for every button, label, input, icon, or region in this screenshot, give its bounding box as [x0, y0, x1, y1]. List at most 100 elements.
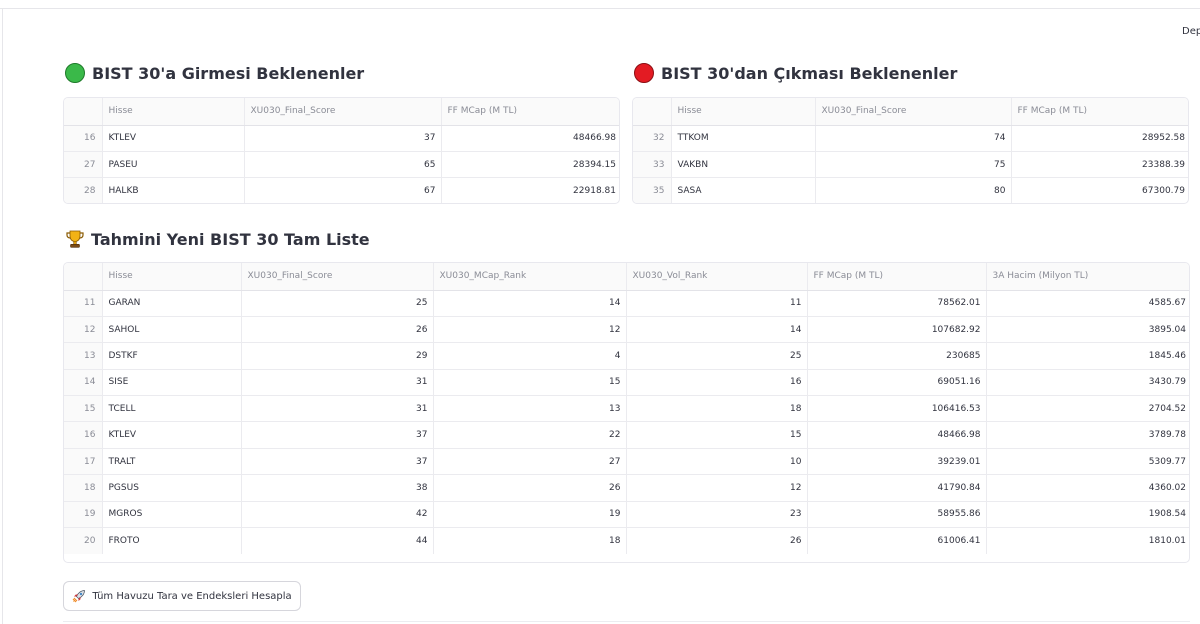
table-cell[interactable]: TTKOM — [671, 125, 816, 152]
table-cell[interactable]: 31 — [241, 395, 434, 423]
table-row[interactable]: 13 DSTKF 29 4 25 230685 1845.46 — [64, 342, 1189, 370]
table-cell[interactable]: 106416.53 — [807, 395, 987, 423]
row-index-cell[interactable]: 19 — [64, 501, 103, 529]
table-cell[interactable]: 41790.84 — [807, 474, 987, 502]
table-cell[interactable]: 107682.92 — [807, 316, 987, 344]
row-index-cell[interactable]: 13 — [64, 342, 103, 370]
table-cell[interactable]: 3789.78 — [986, 421, 1189, 449]
table-cell[interactable]: 37 — [241, 448, 434, 476]
table-cell[interactable]: 80 — [815, 177, 1012, 203]
table-row[interactable]: 33 VAKBN 75 23388.39 — [633, 151, 1188, 179]
table-cell[interactable]: 5309.77 — [986, 448, 1189, 476]
enter-table[interactable]: Hisse XU030_Final_Score FF MCap (M TL) 1… — [63, 97, 620, 204]
table-cell[interactable]: MGROS — [102, 501, 242, 529]
table-cell[interactable]: TCELL — [102, 395, 242, 423]
table-row[interactable]: 20 FROTO 44 18 26 61006.41 1810.01 — [64, 527, 1189, 554]
table-row[interactable]: 32 TTKOM 74 28952.58 — [633, 125, 1188, 152]
table-cell[interactable]: 65 — [244, 151, 442, 179]
table-cell[interactable]: 25 — [626, 342, 808, 370]
table-cell[interactable]: 230685 — [807, 342, 987, 370]
table-cell[interactable]: 12 — [626, 474, 808, 502]
table-cell[interactable]: 15 — [626, 421, 808, 449]
table-row[interactable]: 19 MGROS 42 19 23 58955.86 1908.54 — [64, 501, 1189, 529]
table-cell[interactable]: PGSUS — [102, 474, 242, 502]
table-cell[interactable]: 1908.54 — [986, 501, 1189, 529]
table-cell[interactable]: 16 — [626, 369, 808, 397]
table-cell[interactable]: 28952.58 — [1011, 125, 1188, 152]
table-cell[interactable]: 31 — [241, 369, 434, 397]
table-cell[interactable]: 25 — [241, 290, 434, 317]
table-cell[interactable]: 44 — [241, 527, 434, 554]
table-cell[interactable]: 48466.98 — [441, 125, 619, 152]
column-header-ff-mcap[interactable]: FF MCap (M TL) — [807, 263, 987, 291]
column-header-final-score[interactable]: XU030_Final_Score — [815, 98, 1012, 126]
table-cell[interactable]: 74 — [815, 125, 1012, 152]
column-header-volume[interactable]: 3A Hacim (Milyon TL) — [986, 263, 1189, 291]
table-cell[interactable]: 22918.81 — [441, 178, 619, 203]
table-cell[interactable]: 18 — [626, 395, 808, 423]
table-cell[interactable]: KTLEV — [102, 125, 245, 152]
table-cell[interactable]: FROTO — [102, 527, 242, 554]
table-cell[interactable]: 19 — [433, 501, 627, 529]
table-cell[interactable]: 42 — [241, 501, 434, 529]
table-cell[interactable]: 13 — [433, 395, 627, 423]
row-index-cell[interactable]: 33 — [633, 151, 672, 179]
row-index-cell[interactable]: 15 — [64, 395, 103, 423]
table-row[interactable]: 12 SAHOL 26 12 14 107682.92 3895.04 — [64, 316, 1189, 344]
column-header-vol-rank[interactable]: XU030_Vol_Rank — [626, 263, 808, 291]
table-row[interactable]: 28 HALKB 67 22918.81 — [64, 177, 619, 203]
table-cell[interactable]: 67 — [244, 177, 442, 203]
table-cell[interactable]: VAKBN — [671, 151, 816, 179]
table-cell[interactable]: DSTKF — [102, 342, 242, 370]
table-row[interactable]: 35 SASA 80 67300.79 — [633, 177, 1188, 203]
column-header-final-score[interactable]: XU030_Final_Score — [244, 98, 442, 126]
full-list-table[interactable]: Hisse XU030_Final_Score XU030_MCap_Rank … — [63, 262, 1190, 563]
table-cell[interactable]: 61006.41 — [807, 527, 987, 554]
table-cell[interactable]: 37 — [244, 125, 442, 152]
table-cell[interactable]: 3430.79 — [986, 369, 1189, 397]
table-row[interactable]: 18 PGSUS 38 26 12 41790.84 4360.02 — [64, 474, 1189, 502]
row-index-cell[interactable]: 14 — [64, 369, 103, 397]
row-index-cell[interactable]: 35 — [633, 177, 672, 203]
row-index-cell[interactable]: 16 — [64, 421, 103, 449]
column-header-hisse[interactable]: Hisse — [102, 263, 242, 291]
deploy-button[interactable]: Dep — [1182, 26, 1200, 37]
table-cell[interactable]: 38 — [241, 474, 434, 502]
table-row[interactable]: 15 TCELL 31 13 18 106416.53 2704.52 — [64, 395, 1189, 423]
table-cell[interactable]: 4585.67 — [986, 290, 1189, 317]
table-cell[interactable]: 12 — [433, 316, 627, 344]
table-cell[interactable]: 75 — [815, 151, 1012, 179]
column-header-ff-mcap[interactable]: FF MCap (M TL) — [441, 98, 619, 126]
table-cell[interactable]: 39239.01 — [807, 448, 987, 476]
row-index-cell[interactable]: 11 — [64, 290, 103, 317]
table-cell[interactable]: 78562.01 — [807, 290, 987, 317]
table-cell[interactable]: 22 — [433, 421, 627, 449]
column-header-hisse[interactable]: Hisse — [671, 98, 816, 126]
table-cell[interactable]: 23388.39 — [1011, 151, 1188, 179]
row-index-cell[interactable]: 16 — [64, 125, 103, 152]
table-cell[interactable]: 27 — [433, 448, 627, 476]
table-cell[interactable]: 14 — [626, 316, 808, 344]
row-index-cell[interactable]: 32 — [633, 125, 672, 152]
row-index-cell[interactable]: 12 — [64, 316, 103, 344]
table-cell[interactable]: 1810.01 — [986, 528, 1189, 554]
table-cell[interactable]: GARAN — [102, 290, 242, 317]
table-cell[interactable]: KTLEV — [102, 421, 242, 449]
column-header-index[interactable] — [64, 263, 103, 291]
scan-pool-button[interactable]: Tüm Havuzu Tara ve Endeksleri Hesapla — [63, 581, 301, 611]
table-cell[interactable]: 15 — [433, 369, 627, 397]
row-index-cell[interactable]: 18 — [64, 474, 103, 502]
column-header-mcap-rank[interactable]: XU030_MCap_Rank — [433, 263, 627, 291]
table-cell[interactable]: 4360.02 — [986, 474, 1189, 502]
table-cell[interactable]: 11 — [626, 290, 808, 317]
table-cell[interactable]: HALKB — [102, 177, 245, 203]
table-cell[interactable]: 26 — [241, 316, 434, 344]
row-index-cell[interactable]: 28 — [64, 177, 103, 203]
table-row[interactable]: 11 GARAN 25 14 11 78562.01 4585.67 — [64, 290, 1189, 317]
table-cell[interactable]: 28394.15 — [441, 151, 619, 179]
table-cell[interactable]: 69051.16 — [807, 369, 987, 397]
table-cell[interactable]: TRALT — [102, 448, 242, 476]
table-cell[interactable]: 48466.98 — [807, 421, 987, 449]
table-cell[interactable]: 29 — [241, 342, 434, 370]
table-row[interactable]: 27 PASEU 65 28394.15 — [64, 151, 619, 179]
